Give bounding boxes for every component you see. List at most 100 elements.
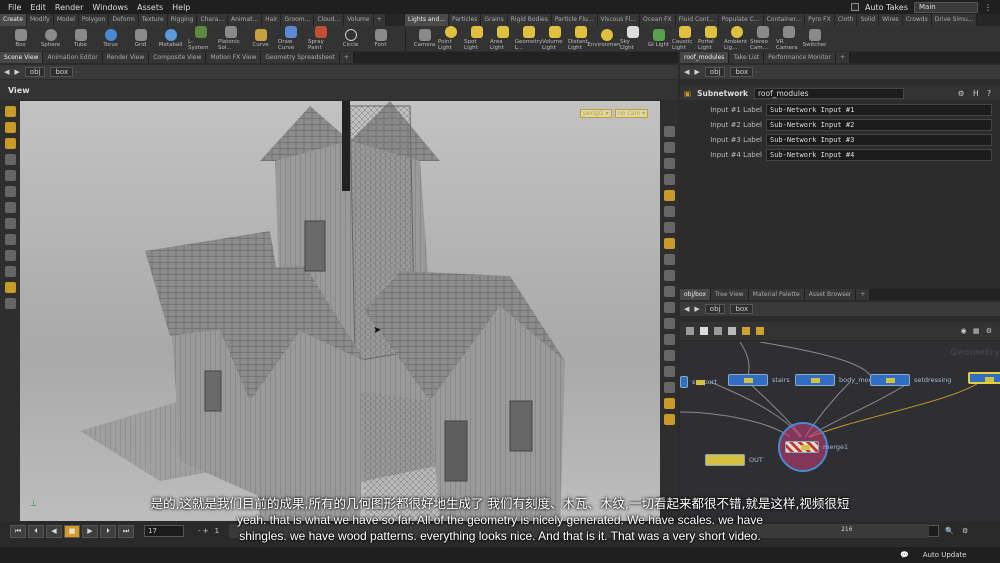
node-support[interactable]: support (680, 375, 717, 389)
shelf-tab[interactable]: Groom... (281, 14, 315, 26)
tab-animation-editor[interactable]: Animation Editor (43, 52, 103, 63)
shelf-tab[interactable]: Volume (344, 14, 374, 26)
square-icon[interactable] (663, 366, 675, 377)
tab-composite-view[interactable]: Composite View (149, 52, 207, 63)
tab-performance-monitor[interactable]: Performance Monitor (764, 52, 836, 63)
back-arrow-icon[interactable]: ◀ (684, 68, 689, 76)
menu-edit[interactable]: Edit (30, 3, 46, 12)
node-name-field[interactable]: roof_modules (753, 87, 904, 99)
shelf-tab[interactable]: Ocean FX (639, 14, 676, 26)
path-node[interactable]: box (50, 67, 74, 77)
shelf-tab[interactable]: Crowds (902, 14, 932, 26)
step-back-button[interactable]: ⏴ (28, 524, 44, 538)
caustic-light-tool[interactable]: Caustic Light (672, 26, 697, 51)
tile-view-icon[interactable] (700, 327, 708, 335)
location-icon[interactable] (663, 414, 675, 425)
shelf-tab[interactable]: Solid (857, 14, 880, 26)
auto-takes-checkbox[interactable] (850, 3, 859, 11)
wireframe-icon[interactable] (663, 158, 675, 169)
path-obj[interactable]: obj (704, 67, 726, 77)
note-icon[interactable] (756, 327, 764, 335)
forward-arrow-icon[interactable]: ▶ (14, 68, 19, 76)
network-view-icons[interactable]: ◉ ▦ ⚙ (961, 327, 1000, 335)
play-button[interactable]: ▶ (82, 524, 98, 538)
list-view-icon[interactable] (686, 327, 694, 335)
chat-icon[interactable]: 💬 (900, 551, 909, 559)
menu-file[interactable]: File (8, 3, 21, 12)
backface-icon[interactable] (663, 334, 675, 345)
curve-tool[interactable]: Curve (248, 29, 273, 48)
snapshot-icon[interactable] (663, 398, 675, 409)
jump-start-button[interactable]: ⏮ (10, 524, 26, 538)
path-obj[interactable]: obj (704, 304, 726, 314)
back-arrow-icon[interactable]: ◀ (4, 68, 9, 76)
volume-light-tool[interactable]: Volume Light (542, 26, 567, 51)
lasso-icon[interactable] (4, 250, 16, 261)
input4-field[interactable]: Sub-Network Input #4 (766, 149, 992, 161)
node-out[interactable]: OUT (705, 453, 763, 467)
scene-viewport[interactable]: persp1 ▾ no cam ▾ ➤ ⊥ (20, 101, 660, 521)
normals-icon[interactable] (663, 206, 675, 217)
shelf-tab[interactable]: Particles (449, 14, 482, 26)
frame-stepper[interactable]: - + (198, 527, 209, 535)
node-stairs[interactable]: stairs (728, 373, 790, 387)
input2-field[interactable]: Sub-Network Input #2 (766, 119, 992, 131)
shelf-tab[interactable]: Create (0, 14, 27, 26)
font-tool[interactable]: Font (368, 29, 393, 48)
camera-tool[interactable]: Camera (412, 29, 437, 48)
add-pane-tab-button[interactable]: + (340, 52, 355, 63)
move-tool-icon[interactable] (4, 122, 16, 133)
render-region-icon[interactable] (4, 202, 16, 213)
metaball-tool[interactable]: Metaball (158, 29, 183, 48)
menu-render[interactable]: Render (55, 3, 83, 12)
menu-windows[interactable]: Windows (92, 3, 128, 12)
forward-arrow-icon[interactable]: ▶ (694, 68, 699, 76)
grid-display-icon[interactable] (663, 286, 675, 297)
grid-tool[interactable]: Grid (128, 29, 153, 48)
point-light-tool[interactable]: Point Light (438, 26, 463, 51)
no-cam-menu[interactable]: no cam ▾ (615, 109, 649, 118)
ambient-light-tool[interactable]: Ambient Lig... (724, 26, 749, 51)
menu-more-icon[interactable]: ⋮ (984, 3, 992, 12)
jump-end-button[interactable]: ⏭ (118, 524, 134, 538)
area-light-tool[interactable]: Area Light (490, 26, 515, 51)
geometry-light-tool[interactable]: Geometry L... (515, 26, 542, 51)
circle-tool[interactable]: Circle (338, 29, 363, 48)
spray-paint-tool[interactable]: Spray Paint (308, 26, 333, 51)
timeline-options-icons[interactable]: 🔍 ⚙ (945, 527, 971, 535)
shelf-tab[interactable]: Animat... (227, 14, 263, 26)
box-tool[interactable]: Box (8, 29, 33, 48)
platonic-tool[interactable]: Platonic Sol... (218, 26, 243, 51)
shelf-tab[interactable]: Chara... (197, 14, 228, 26)
shelf-tab[interactable]: Modify (26, 14, 54, 26)
shelf-tab[interactable]: Drive Simu... (931, 14, 978, 26)
add-pane-tab-button[interactable]: + (835, 52, 850, 63)
secure-selection-icon[interactable] (4, 282, 16, 293)
pose-tool-icon[interactable] (4, 154, 16, 165)
current-frame-field[interactable]: 17 (144, 525, 184, 537)
shelf-tab[interactable]: Populate C... (718, 14, 764, 26)
input1-field[interactable]: Sub-Network Input #1 (766, 104, 992, 116)
portal-light-tool[interactable]: Portal Light (698, 26, 723, 51)
select-visible-icon[interactable] (4, 298, 16, 309)
tab-tree-view[interactable]: Tree View (711, 289, 749, 300)
forward-arrow-icon[interactable]: ▶ (694, 305, 699, 313)
view-tool-icon[interactable] (4, 186, 16, 197)
add-shelf-tab-button[interactable]: + (373, 14, 386, 26)
environment-light-tool[interactable]: Environmen... (587, 29, 626, 48)
play-reverse-button[interactable]: ◀ (46, 524, 62, 538)
sphere-tool[interactable]: Sphere (38, 29, 63, 48)
path-node[interactable]: box (730, 67, 754, 77)
snapping-icon[interactable] (4, 218, 16, 229)
network-editor[interactable]: Geometry support stairs body_mod setdres… (680, 342, 1000, 522)
light-icon[interactable] (663, 190, 675, 201)
add-pane-tab-button[interactable]: + (856, 289, 871, 300)
pin-icon[interactable] (663, 222, 675, 233)
sky-light-tool[interactable]: Sky Light (620, 26, 645, 51)
node-merge1[interactable]: merge1 (785, 440, 848, 454)
shelf-tab[interactable]: Deform (109, 14, 139, 26)
shelf-tab[interactable]: Hair (262, 14, 282, 26)
subnet-icon[interactable] (742, 327, 750, 335)
auto-update-menu[interactable]: Auto Update (923, 551, 967, 559)
node-setdressing[interactable]: setdressing (870, 373, 951, 387)
